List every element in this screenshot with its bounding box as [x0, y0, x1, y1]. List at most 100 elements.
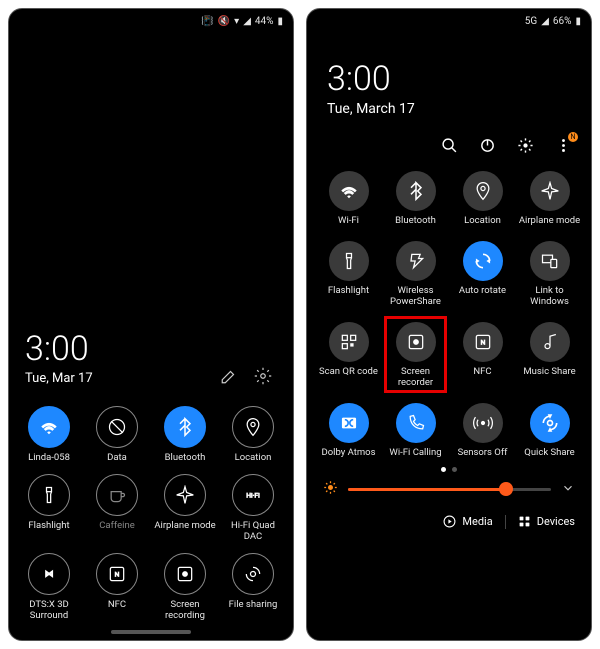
battery-text: 44% [255, 16, 274, 27]
qs-tile-label: Airplane mode [154, 521, 215, 532]
qs-tile-dtsx[interactable]: ⋈ DTS:X 3D Surround [15, 553, 83, 622]
qs-tile-dolby[interactable]: Dolby Atmos [315, 403, 382, 459]
quickshare-icon[interactable] [530, 403, 570, 443]
nav-bar-pill[interactable] [111, 630, 191, 634]
qs-tile-label: Screen recording [154, 600, 216, 622]
bluetooth-icon[interactable] [164, 406, 206, 448]
clock-area: 3:00 Tue, Mar 17 [9, 319, 293, 394]
data-icon[interactable] [96, 406, 138, 448]
clock-date: Tue, March 17 [327, 101, 571, 117]
settings-gear-icon[interactable] [515, 135, 535, 155]
qs-tile-label: Flashlight [28, 521, 69, 532]
qs-tile-qrcode[interactable]: Scan QR code [315, 322, 382, 389]
qs-tile-label: DTS:X 3D Surround [18, 600, 80, 622]
airplane-icon[interactable] [530, 171, 570, 211]
qs-tile-label: Sensors Off [458, 448, 508, 459]
quick-settings-grid: Wi-Fi Bluetooth LocationAirplane mode Flash… [307, 161, 591, 463]
qs-tile-autorotate[interactable]: Auto rotate [449, 241, 516, 308]
caffeine-icon[interactable] [96, 474, 138, 516]
qs-tile-airplane[interactable]: Airplane mode [516, 171, 583, 227]
more-menu-icon[interactable]: N [553, 135, 573, 155]
qs-tile-label: Data [107, 453, 127, 464]
qs-tile-linkwin[interactable]: Link to Windows [516, 241, 583, 308]
mute-icon: 🔇 [218, 16, 230, 27]
sensors-icon[interactable] [463, 403, 503, 443]
location-icon[interactable] [232, 406, 274, 448]
qs-tile-location[interactable]: Location [449, 171, 516, 227]
clock-time: 3:00 [25, 329, 93, 369]
dolby-icon[interactable] [329, 403, 369, 443]
qs-tile-data[interactable]: Data [83, 406, 151, 464]
qs-tile-label: Hi-Fi Quad DAC [222, 521, 284, 543]
qrcode-icon[interactable] [329, 322, 369, 362]
search-icon[interactable] [439, 135, 459, 155]
hifi-icon[interactable]: Hi·Fi [232, 474, 274, 516]
qs-tile-flashlight[interactable]: Flashlight [315, 241, 382, 308]
autorotate-icon[interactable] [463, 241, 503, 281]
chevron-down-icon[interactable] [561, 480, 575, 499]
qs-tile-powershare[interactable]: Wireless PowerShare [382, 241, 449, 308]
phone-right: 5G ◢ 66% ▮ 3:00 Tue, March 17 N Wi-FiBlu… [306, 8, 592, 641]
flashlight-icon[interactable] [28, 474, 70, 516]
location-icon[interactable] [463, 171, 503, 211]
settings-gear-icon[interactable] [253, 366, 273, 386]
qs-tile-label: Bluetooth [395, 216, 436, 227]
airplane-icon[interactable] [164, 474, 206, 516]
battery-icon: ▮ [575, 16, 581, 27]
screenrec-icon[interactable] [164, 553, 206, 595]
wifi-signal-icon: ▾ [234, 16, 239, 27]
svg-text:N: N [480, 338, 485, 346]
qs-tile-screenrec[interactable]: Screen recorder [382, 322, 449, 389]
brightness-sun-icon [323, 480, 338, 499]
qs-tile-bluetooth[interactable]: Bluetooth [151, 406, 219, 464]
bottom-bar: Media Devices [307, 505, 591, 541]
nfc-icon[interactable]: N [96, 553, 138, 595]
qs-tile-wificall[interactable]: Wi-Fi Calling [382, 403, 449, 459]
nfc-icon[interactable]: N [463, 322, 503, 362]
qs-tile-musicshare[interactable]: Music Share [516, 322, 583, 389]
battery-text: 66% [553, 16, 572, 27]
qs-tile-label: Caffeine [99, 521, 134, 532]
qs-tile-nfc[interactable]: NNFC [83, 553, 151, 622]
dtsx-icon[interactable]: ⋈ [28, 553, 70, 595]
flashlight-icon[interactable] [329, 241, 369, 281]
status-bar: 📳 🔇 ▾ ◢ 44% ▮ [9, 9, 293, 33]
power-icon[interactable] [477, 135, 497, 155]
svg-text:⋈: ⋈ [45, 570, 53, 580]
qs-tile-nfc[interactable]: N NFC [449, 322, 516, 389]
quick-settings-grid: Linda-058 Data Bluetooth Location Flashlight… [9, 394, 293, 630]
qs-tile-quickshare[interactable]: Quick Share [516, 403, 583, 459]
musicshare-icon[interactable] [530, 322, 570, 362]
devices-button[interactable]: Devices [518, 515, 575, 528]
media-button[interactable]: Media [443, 515, 492, 528]
qs-tile-screenrec[interactable]: Screen recording [151, 553, 219, 622]
qs-tile-hifi[interactable]: Hi·Fi Hi-Fi Quad DAC [219, 474, 287, 543]
edit-icon[interactable] [219, 366, 239, 386]
qs-tile-label: Airplane mode [519, 216, 580, 227]
qs-tile-wifi[interactable]: Linda-058 [15, 406, 83, 464]
qs-tile-flashlight[interactable]: Flashlight [15, 474, 83, 543]
qs-tile-label: Location [235, 453, 272, 464]
wifi-icon[interactable] [28, 406, 70, 448]
page-dot[interactable] [452, 467, 457, 472]
qs-tile-wifi[interactable]: Wi-Fi [315, 171, 382, 227]
qs-tile-bluetooth[interactable]: Bluetooth [382, 171, 449, 227]
wifi-icon[interactable] [329, 171, 369, 211]
svg-text:N: N [115, 571, 120, 579]
qs-tile-airplane[interactable]: Airplane mode [151, 474, 219, 543]
qs-tile-caffeine[interactable]: Caffeine [83, 474, 151, 543]
divider [505, 515, 506, 529]
wificall-icon[interactable] [396, 403, 436, 443]
brightness-slider[interactable] [348, 488, 551, 491]
bluetooth-icon[interactable] [396, 171, 436, 211]
powershare-icon[interactable] [396, 241, 436, 281]
phone-left: 📳 🔇 ▾ ◢ 44% ▮ 3:00 Tue, Mar 17 Linda-058… [8, 8, 294, 641]
media-label: Media [462, 515, 492, 528]
qs-tile-location[interactable]: Location [219, 406, 287, 464]
qs-tile-label: NFC [473, 367, 491, 378]
linkwin-icon[interactable] [530, 241, 570, 281]
qs-tile-sensors[interactable]: Sensors Off [449, 403, 516, 459]
qs-tile-fileshare[interactable]: File sharing [219, 553, 287, 622]
qs-tile-label: Wi-Fi [338, 216, 359, 227]
fileshare-icon[interactable] [232, 553, 274, 595]
